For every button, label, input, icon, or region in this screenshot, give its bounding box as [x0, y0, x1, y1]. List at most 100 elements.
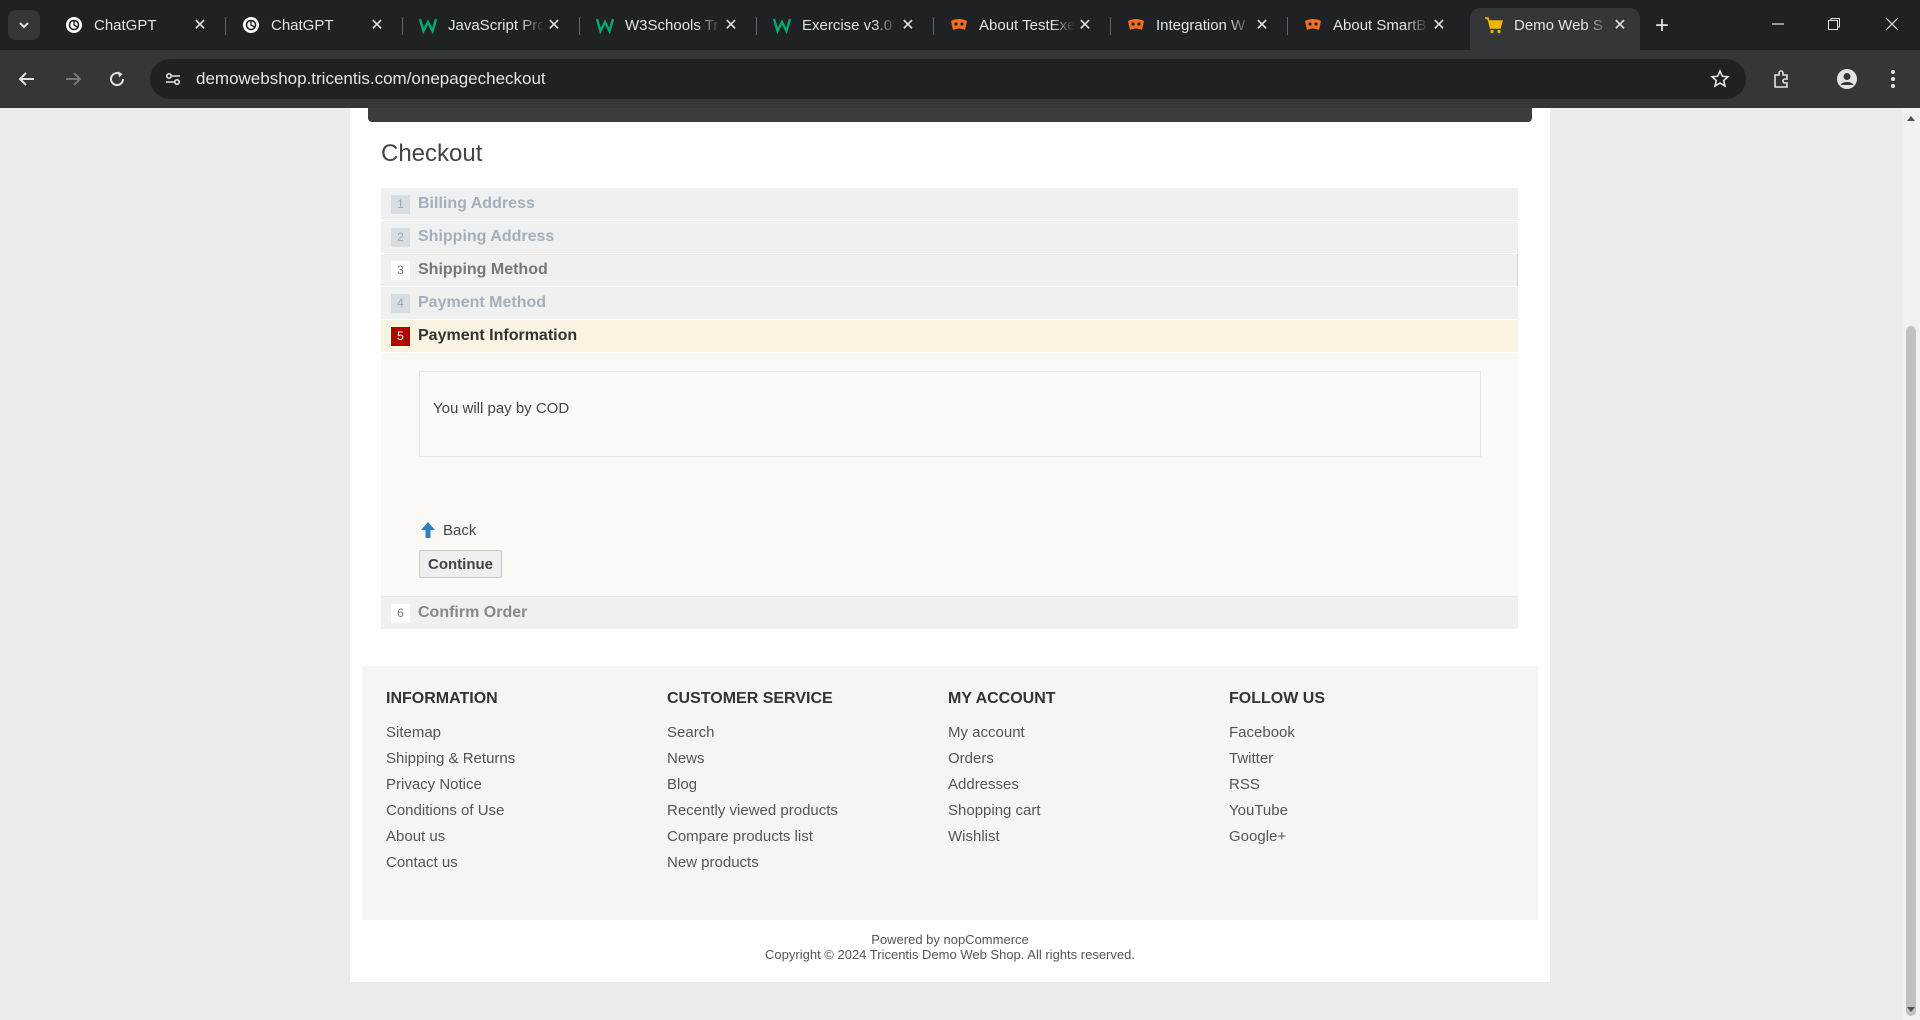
close-icon[interactable]: ✕	[1075, 15, 1095, 35]
close-icon[interactable]: ✕	[544, 15, 564, 35]
footer-link[interactable]: Blog	[667, 774, 927, 800]
tab-title: About TestExe	[979, 16, 1075, 34]
footer-link[interactable]: Addresses	[948, 774, 1208, 800]
browser-tab[interactable]: JavaScript Pro ✕	[404, 8, 574, 42]
kebab-menu-icon	[1891, 70, 1895, 88]
tab-title: W3Schools Tr	[625, 16, 719, 34]
payment-info-panel: You will pay by COD Back Continue	[381, 353, 1518, 597]
page-scrollbar[interactable]	[1902, 108, 1920, 1020]
close-icon[interactable]: ✕	[190, 15, 210, 35]
url-text: demowebshop.tricentis.com/onepagecheckou…	[196, 69, 546, 88]
step-number: 6	[391, 603, 410, 623]
footer-link[interactable]: Wishlist	[948, 826, 1208, 852]
minimize-button[interactable]	[1758, 8, 1798, 40]
browser-toolbar: demowebshop.tricentis.com/onepagecheckou…	[0, 50, 1920, 108]
footer-link[interactable]: Google+	[1229, 826, 1489, 852]
browser-tab[interactable]: Demo Web S ✕	[1470, 8, 1640, 50]
footer-link[interactable]: Facebook	[1229, 722, 1489, 748]
footer-link[interactable]: Privacy Notice	[386, 774, 646, 800]
footer-link[interactable]: Compare products list	[667, 826, 927, 852]
close-window-button[interactable]	[1872, 8, 1912, 40]
browser-tab[interactable]: About TestExe ✕	[935, 8, 1105, 42]
footer-link[interactable]: Recently viewed products	[667, 800, 927, 826]
bookmark-star-icon[interactable]	[1708, 67, 1732, 91]
step-shipping-address[interactable]: 2 Shipping Address	[381, 221, 1518, 254]
footer-link[interactable]: My account	[948, 722, 1208, 748]
footer-link[interactable]: Search	[667, 722, 927, 748]
tab-separator	[933, 17, 934, 35]
page-container: Checkout 1 Billing Address 2 Shipping Ad…	[350, 108, 1550, 982]
tab-separator	[756, 17, 757, 35]
footer-link[interactable]: New products	[667, 852, 927, 878]
restore-icon	[1828, 18, 1840, 30]
tab-separator	[225, 17, 226, 35]
forward-nav-button[interactable]	[56, 62, 90, 96]
footer-column-follow-us: FOLLOW US Facebook Twitter RSS YouTube G…	[1229, 690, 1489, 852]
tab-strip: ChatGPT ✕ ChatGPT ✕ JavaScript Pro ✕ W3Schools…	[0, 0, 1920, 50]
shopping-cart-icon	[1484, 15, 1504, 35]
footer-link[interactable]: Shipping & Returns	[386, 748, 646, 774]
browser-tab[interactable]: About SmartB ✕	[1289, 8, 1459, 42]
back-link-label: Back	[443, 521, 477, 539]
browser-tab[interactable]: Integration W ✕	[1112, 8, 1282, 42]
continue-button[interactable]: Continue	[419, 550, 502, 578]
close-icon[interactable]: ✕	[898, 15, 918, 35]
close-icon[interactable]: ✕	[721, 15, 741, 35]
footer-link[interactable]: Shopping cart	[948, 800, 1208, 826]
step-label: Billing Address	[418, 195, 535, 212]
step-label: Payment Information	[418, 327, 578, 344]
step-confirm-order: 6 Confirm Order	[381, 597, 1518, 630]
step-payment-method[interactable]: 4 Payment Method	[381, 287, 1518, 320]
footer-link[interactable]: YouTube	[1229, 800, 1489, 826]
scroll-down-icon[interactable]	[1907, 1007, 1915, 1012]
address-bar[interactable]: demowebshop.tricentis.com/onepagecheckou…	[150, 59, 1746, 99]
close-icon[interactable]: ✕	[367, 15, 387, 35]
step-billing-address[interactable]: 1 Billing Address	[381, 188, 1518, 221]
footer-link[interactable]: News	[667, 748, 927, 774]
tab-separator	[1110, 17, 1111, 35]
page-viewport: Checkout 1 Billing Address 2 Shipping Ad…	[0, 108, 1902, 1020]
footer-link[interactable]: RSS	[1229, 774, 1489, 800]
tab-separator	[402, 17, 403, 35]
new-tab-button[interactable]: +	[1648, 12, 1676, 40]
browser-tab[interactable]: Exercise v3.0 ✕	[758, 8, 928, 42]
close-icon[interactable]: ✕	[1429, 15, 1449, 35]
extensions-button[interactable]	[1764, 62, 1798, 96]
menu-button[interactable]	[1876, 62, 1910, 96]
page-title: Checkout	[381, 140, 483, 167]
tab-title: Exercise v3.0	[802, 16, 893, 34]
back-link[interactable]: Back	[419, 521, 476, 539]
reload-button[interactable]	[100, 62, 134, 96]
step-shipping-method[interactable]: 3 Shipping Method	[381, 254, 1518, 287]
step-label: Payment Method	[418, 294, 547, 311]
close-icon[interactable]: ✕	[1252, 15, 1272, 35]
step-number: 2	[391, 227, 410, 247]
tab-title: Demo Web S	[1514, 16, 1603, 34]
restore-button[interactable]	[1814, 8, 1854, 40]
step-payment-information: 5 Payment Information	[381, 320, 1518, 353]
scroll-up-icon[interactable]	[1907, 116, 1915, 121]
tab-search-button[interactable]	[8, 10, 40, 40]
arrow-right-icon	[66, 72, 82, 86]
footer-link[interactable]: Contact us	[386, 852, 646, 878]
minimize-icon	[1772, 23, 1784, 25]
footer-link[interactable]: Conditions of Use	[386, 800, 646, 826]
browser-tab[interactable]: ChatGPT ✕	[50, 8, 220, 42]
footer: INFORMATION Sitemap Shipping & Returns P…	[362, 666, 1538, 920]
site-info-icon[interactable]	[160, 66, 186, 92]
scrollbar-thumb[interactable]	[1906, 326, 1916, 1016]
step-label: Shipping Method	[418, 261, 548, 278]
close-icon[interactable]: ✕	[1610, 15, 1630, 35]
profile-button[interactable]	[1830, 62, 1864, 96]
payment-info-text: You will pay by COD	[433, 400, 570, 417]
powered-by-link[interactable]: Powered by nopCommerce	[350, 932, 1550, 947]
browser-tab[interactable]: W3Schools Tr ✕	[581, 8, 751, 42]
w3schools-icon	[595, 15, 615, 35]
footer-link[interactable]: About us	[386, 826, 646, 852]
footer-link[interactable]: Orders	[948, 748, 1208, 774]
footer-link[interactable]: Twitter	[1229, 748, 1489, 774]
browser-tab[interactable]: ChatGPT ✕	[227, 8, 397, 42]
footer-link[interactable]: Sitemap	[386, 722, 646, 748]
header-menu-bar	[368, 108, 1532, 122]
back-nav-button[interactable]	[10, 62, 44, 96]
